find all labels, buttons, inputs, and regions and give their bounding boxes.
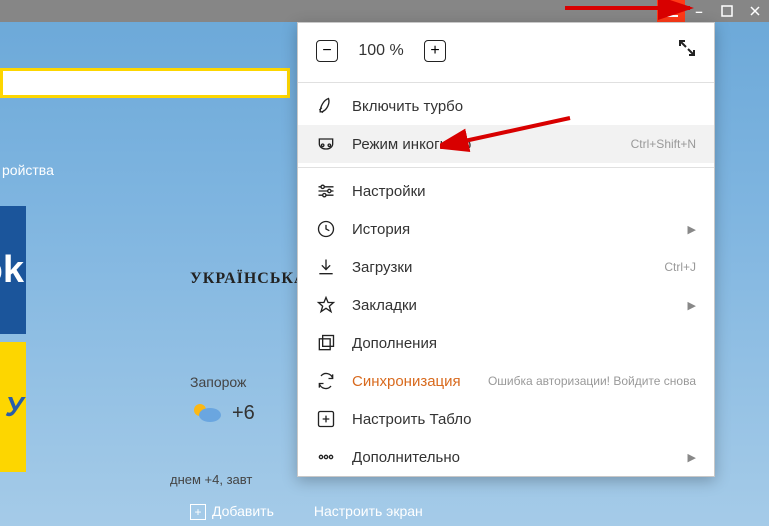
menu-item-label: Режим инкогнито	[352, 136, 615, 153]
window-titlebar	[0, 0, 769, 22]
customize-tableau-menu-item[interactable]: Настроить Табло	[298, 400, 714, 438]
incognito-menu-item[interactable]: Режим инкогнито Ctrl+Shift+N	[298, 125, 714, 163]
main-menu-button[interactable]	[657, 0, 685, 22]
menu-item-label: История	[352, 221, 664, 238]
menu-item-label: Дополнительно	[352, 449, 664, 466]
close-button[interactable]	[741, 0, 769, 22]
download-icon	[316, 257, 336, 277]
sync-menu-item[interactable]: Синхронизация Ошибка авторизации! Войдит…	[298, 362, 714, 400]
weather-icon	[190, 400, 224, 427]
search-input[interactable]	[0, 68, 290, 98]
weather-block: Запорож +6	[190, 374, 255, 427]
clock-icon	[316, 219, 336, 239]
shortcut-hint: Ctrl+Shift+N	[631, 137, 696, 151]
chevron-right-icon: ▶	[688, 451, 696, 464]
menu-item-label: Синхронизация	[352, 373, 472, 390]
zoom-in-button[interactable]: +	[424, 40, 446, 62]
bookmarks-menu-item[interactable]: Закладки ▶	[298, 286, 714, 324]
sync-icon	[316, 371, 336, 391]
more-menu-item[interactable]: Дополнительно ▶	[298, 438, 714, 476]
star-icon	[316, 295, 336, 315]
maximize-button[interactable]	[713, 0, 741, 22]
devices-link[interactable]: ройства	[0, 162, 54, 178]
news-heading: УКРАЇНСЬКА	[190, 270, 307, 288]
weather-tile[interactable]: У	[0, 342, 26, 472]
main-dropdown-menu: − 100 % + Включить турбо Режим инкогнито…	[297, 22, 715, 477]
turbo-menu-item[interactable]: Включить турбо	[298, 87, 714, 125]
add-button[interactable]: +Добавить	[190, 503, 274, 520]
addons-menu-item[interactable]: Дополнения	[298, 324, 714, 362]
settings-menu-item[interactable]: Настройки	[298, 172, 714, 210]
customize-screen-button[interactable]: Настроить экран	[314, 503, 423, 520]
mask-icon	[316, 134, 336, 154]
downloads-menu-item[interactable]: Загрузки Ctrl+J	[298, 248, 714, 286]
zoom-value: 100 %	[356, 42, 406, 60]
rocket-icon	[316, 96, 336, 116]
shortcut-hint: Ctrl+J	[664, 260, 696, 274]
bottom-toolbar: +Добавить Настроить экран	[190, 503, 423, 520]
chevron-right-icon: ▶	[688, 223, 696, 236]
chevron-right-icon: ▶	[688, 299, 696, 312]
facebook-tile[interactable]: ok	[0, 206, 26, 334]
layers-icon	[316, 333, 336, 353]
weather-city: Запорож	[190, 374, 246, 390]
dots-icon	[316, 447, 336, 467]
menu-item-label: Дополнения	[352, 335, 696, 352]
minimize-button[interactable]	[685, 0, 713, 22]
zoom-controls: − 100 % +	[298, 23, 714, 78]
menu-item-label: Закладки	[352, 297, 664, 314]
temperature: +6	[232, 402, 255, 425]
forecast-text: днем +4, завт	[170, 472, 252, 487]
menu-item-label: Настроить Табло	[352, 411, 696, 428]
sliders-icon	[316, 181, 336, 201]
menu-item-label: Загрузки	[352, 259, 648, 276]
menu-item-label: Включить турбо	[352, 98, 696, 115]
menu-item-label: Настройки	[352, 183, 696, 200]
history-menu-item[interactable]: История ▶	[298, 210, 714, 248]
zoom-out-button[interactable]: −	[316, 40, 338, 62]
plus-box-icon	[316, 409, 336, 429]
sync-error-hint: Ошибка авторизации! Войдите снова	[488, 374, 696, 388]
fullscreen-button[interactable]	[678, 39, 696, 62]
